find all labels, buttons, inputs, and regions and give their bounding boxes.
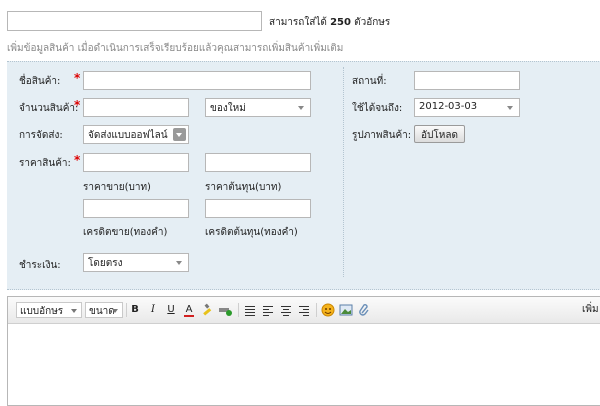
sell-credit-input[interactable]	[83, 199, 189, 218]
chevron-down-icon	[298, 106, 304, 110]
bold-button[interactable]: B	[127, 302, 143, 318]
char-counter-text: สามารถใส่ได้	[269, 17, 327, 28]
image-svg	[339, 304, 353, 316]
chevron-down-icon	[507, 106, 513, 110]
highlight-svg	[203, 303, 212, 316]
image-icon[interactable]	[338, 302, 354, 318]
description-editor: แบบอักษร ขนาด B I U A เพิ่ม	[7, 296, 600, 406]
emoji-svg	[321, 303, 335, 317]
cost-price-caption: ราคาต้นทุน(บาท)	[205, 182, 282, 193]
upload-button[interactable]: อัปโหลด	[414, 125, 465, 143]
more-button[interactable]: เพิ่ม	[582, 302, 600, 318]
product-image-label: รูปภาพสินค้า:	[352, 130, 412, 141]
condition-select-value: ของใหม่	[210, 103, 246, 114]
valid-until-date-select[interactable]: 2012-03-03	[414, 98, 520, 117]
required-mark: *	[74, 98, 81, 112]
font-family-value: แบบอักษร	[20, 306, 64, 317]
font-color-bar	[184, 315, 194, 317]
shipping-select-value: จัดส่งแบบออฟไลน์	[88, 130, 168, 141]
font-family-dropdown[interactable]: แบบอักษร	[16, 302, 82, 318]
clear-format-svg	[219, 308, 232, 316]
cost-credit-input[interactable]	[205, 199, 311, 218]
column-divider	[343, 67, 344, 277]
shipping-label: การจัดส่ง:	[19, 130, 63, 141]
editor-text-area[interactable]	[8, 324, 600, 405]
product-name-label: ชื่อสินค้า:	[19, 76, 61, 87]
valid-until-label: ใช้ได้จนถึง:	[352, 103, 403, 114]
link-svg	[359, 304, 369, 316]
underline-button[interactable]: U	[163, 302, 179, 318]
highlight-icon[interactable]	[199, 302, 215, 318]
bullet-list-icon[interactable]	[242, 302, 258, 318]
font-color-button[interactable]: A	[181, 302, 197, 318]
required-mark: *	[74, 71, 81, 85]
payment-select[interactable]: โดยตรง	[83, 253, 189, 272]
info-text: เพิ่มข้อมูลสินค้า เมื่อดำเนินการเสร็จเรี…	[7, 43, 344, 54]
quantity-label: จำนวนสินค้า:	[19, 103, 79, 114]
payment-label: ชำระเงิน:	[19, 260, 61, 271]
price-label: ราคาสินค้า:	[19, 158, 71, 169]
char-counter-number: 250	[330, 17, 351, 28]
italic-button[interactable]: I	[145, 302, 161, 318]
sell-price-input[interactable]	[83, 153, 189, 172]
listing-title-input[interactable]	[7, 11, 262, 31]
payment-select-value: โดยตรง	[88, 258, 123, 269]
valid-until-value: 2012-03-03	[419, 101, 478, 112]
align-right-icon[interactable]	[296, 302, 312, 318]
quantity-input[interactable]	[83, 98, 189, 117]
shipping-select[interactable]: จัดส่งแบบออฟไลน์	[83, 125, 189, 144]
condition-select[interactable]: ของใหม่	[205, 98, 311, 117]
location-input[interactable]	[414, 71, 520, 90]
sell-price-caption: ราคาขาย(บาท)	[83, 182, 151, 193]
toolbar-separator	[238, 303, 239, 317]
align-left-icon[interactable]	[260, 302, 276, 318]
chevron-down-icon	[112, 309, 118, 313]
emoji-icon[interactable]	[320, 302, 336, 318]
clear-format-icon[interactable]	[217, 302, 233, 318]
char-counter: สามารถใส่ได้ 250 ตัวอักษร	[269, 15, 390, 30]
location-label: สถานที่:	[352, 76, 387, 87]
char-counter-unit: ตัวอักษร	[354, 17, 391, 28]
product-name-input[interactable]	[83, 71, 311, 90]
chevron-down-icon	[176, 261, 182, 265]
font-color-letter: A	[185, 304, 193, 315]
sell-credit-caption: เครดิตขาย(ทองคำ)	[83, 227, 168, 238]
font-size-value: ขนาด	[89, 306, 115, 317]
link-icon[interactable]	[356, 302, 372, 318]
toolbar-separator	[316, 303, 317, 317]
font-size-dropdown[interactable]: ขนาด	[85, 302, 123, 318]
chevron-down-icon	[173, 128, 186, 141]
align-center-icon[interactable]	[278, 302, 294, 318]
chevron-down-icon	[71, 309, 77, 313]
cost-credit-caption: เครดิตต้นทุน(ทองคำ)	[205, 227, 298, 238]
required-mark: *	[74, 153, 81, 167]
editor-toolbar: แบบอักษร ขนาด B I U A เพิ่ม	[8, 297, 600, 324]
cost-price-input[interactable]	[205, 153, 311, 172]
